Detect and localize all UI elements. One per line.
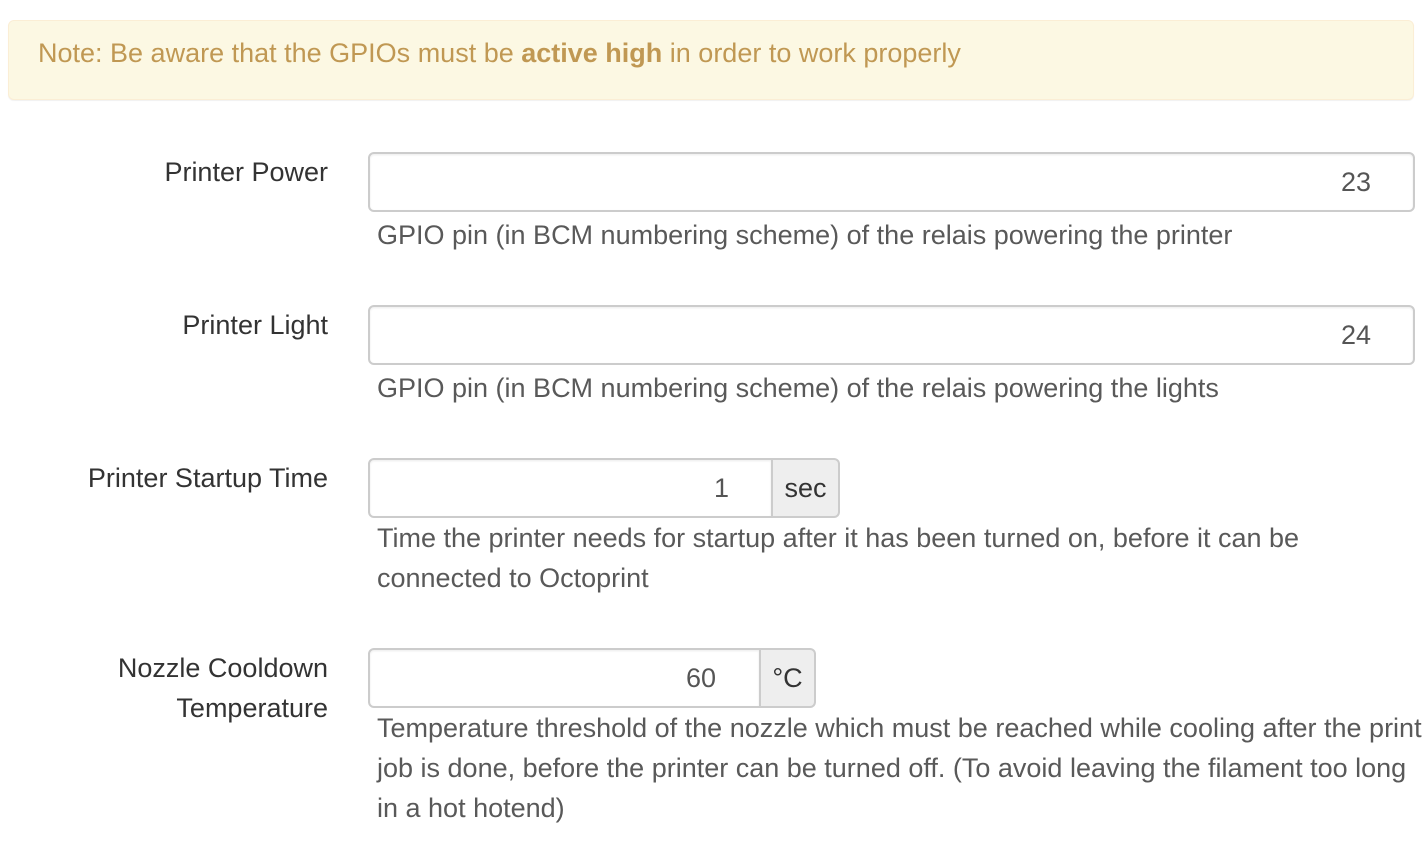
printer-light-help: GPIO pin (in BCM numbering scheme) of th… xyxy=(377,373,1219,403)
startup-time-label: Printer Startup Time xyxy=(87,463,328,493)
note-text-prefix: Note: Be aware that the GPIOs must be xyxy=(38,38,522,68)
cooldown-temp-label-line1: Nozzle Cooldown xyxy=(117,653,328,683)
cooldown-temp-label-line2: Temperature xyxy=(176,693,328,723)
note-text-emphasis: active high xyxy=(521,38,663,68)
gpio-note-alert: Note: Be aware that the GPIOs must be ac… xyxy=(8,20,1414,100)
startup-time-input[interactable]: 1 xyxy=(368,458,773,518)
printer-power-help: GPIO pin (in BCM numbering scheme) of th… xyxy=(377,220,1233,250)
cooldown-temp-unit-addon: °C xyxy=(761,648,816,708)
cooldown-temp-input[interactable]: 60 xyxy=(368,648,761,708)
cooldown-temp-label: Nozzle Cooldown Temperature xyxy=(28,648,328,728)
printer-light-input[interactable]: 24 xyxy=(368,305,1415,365)
cooldown-temp-help: Temperature threshold of the nozzle whic… xyxy=(377,713,1422,823)
printer-light-label: Printer Light xyxy=(182,310,328,340)
startup-time-help: Time the printer needs for startup after… xyxy=(377,523,1300,593)
note-text-suffix: in order to work properly xyxy=(662,38,961,68)
startup-time-unit-addon: sec xyxy=(773,458,840,518)
printer-power-input[interactable]: 23 xyxy=(368,152,1415,212)
printer-power-label: Printer Power xyxy=(164,157,328,187)
